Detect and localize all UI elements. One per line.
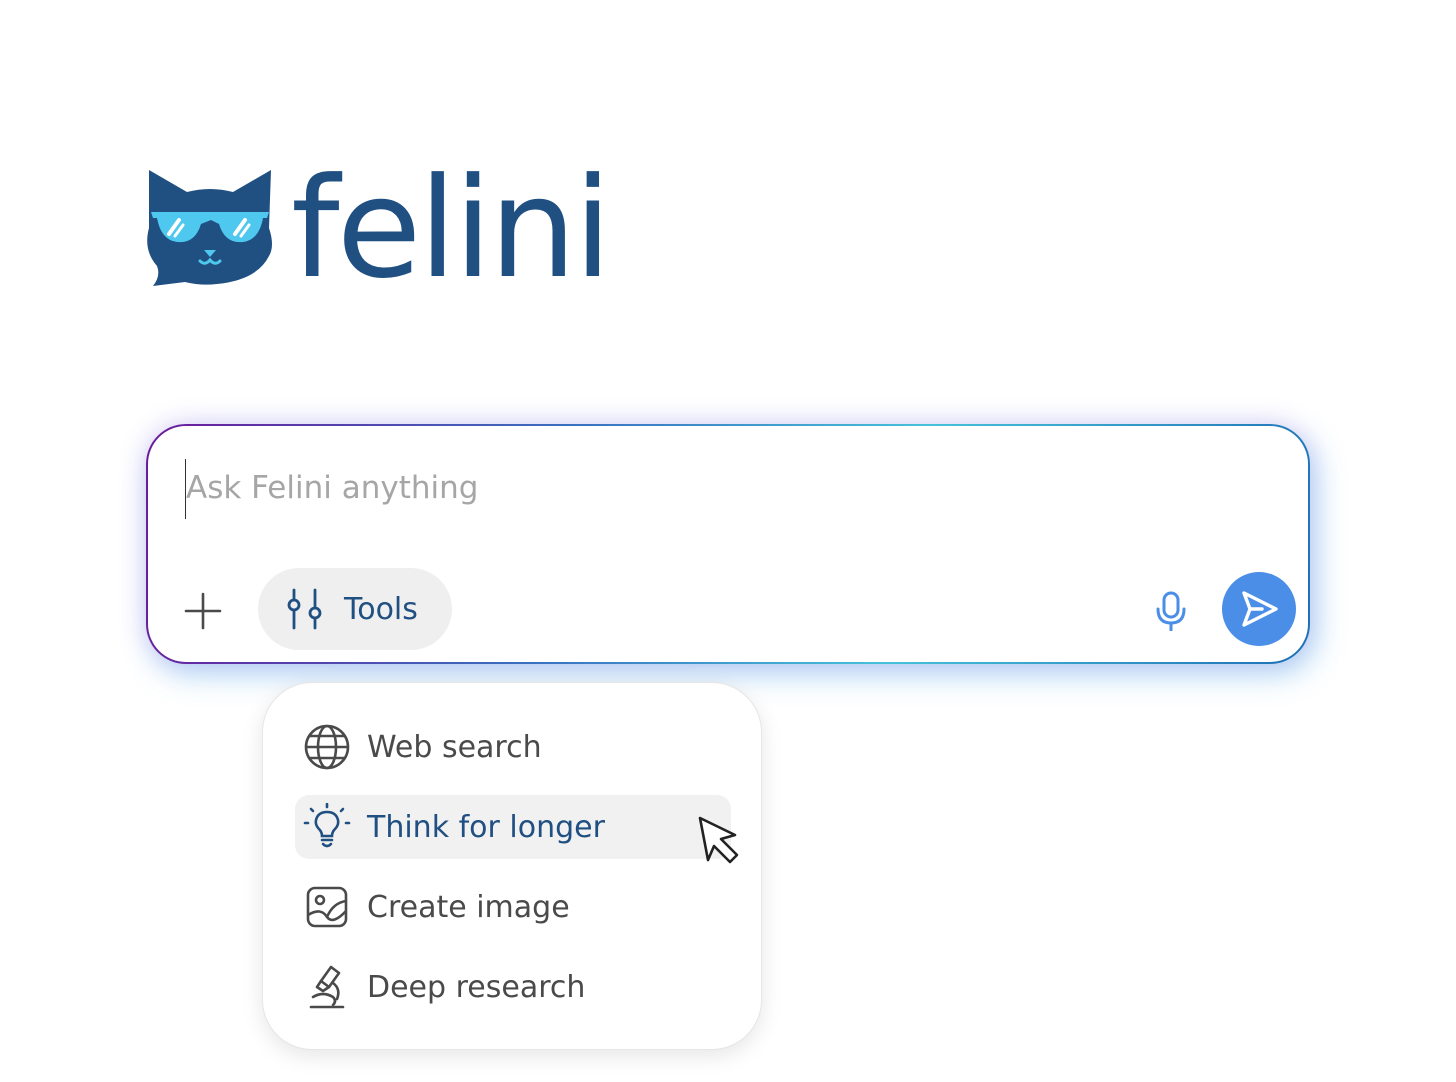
cat-with-sunglasses-icon [147,170,272,286]
menu-item-label: Web search [367,729,542,765]
microphone-icon [1156,591,1186,631]
prompt-input[interactable] [186,466,1086,510]
menu-item-deep-research[interactable]: Deep research [295,955,731,1019]
tools-menu: Web search Think for longer Create image… [262,682,762,1050]
menu-item-label: Think for longer [367,809,605,845]
globe-icon [304,724,350,770]
send-button[interactable] [1222,572,1296,646]
send-icon [1242,591,1278,627]
image-icon [306,886,348,928]
microscope-icon [309,965,345,1009]
plus-icon [184,592,222,630]
lightbulb-icon [303,803,351,848]
brand-name: felini [291,148,612,309]
menu-item-think-for-longer[interactable]: Think for longer [295,795,731,859]
logo: felini [145,150,612,298]
menu-item-create-image[interactable]: Create image [295,875,731,939]
add-attachment-button[interactable] [178,586,228,636]
voice-input-button[interactable] [1148,588,1194,634]
prompt-composer: Tools [146,424,1310,664]
sliders-icon [287,588,322,630]
prompt-composer-inner: Tools [148,426,1308,662]
tools-button[interactable]: Tools [258,568,452,650]
tools-label: Tools [344,591,418,627]
menu-item-web-search[interactable]: Web search [295,715,731,779]
menu-item-label: Deep research [367,969,586,1005]
menu-item-label: Create image [367,889,570,925]
page: felini Ask Felini anything Tools Web sea… [0,0,1456,1082]
